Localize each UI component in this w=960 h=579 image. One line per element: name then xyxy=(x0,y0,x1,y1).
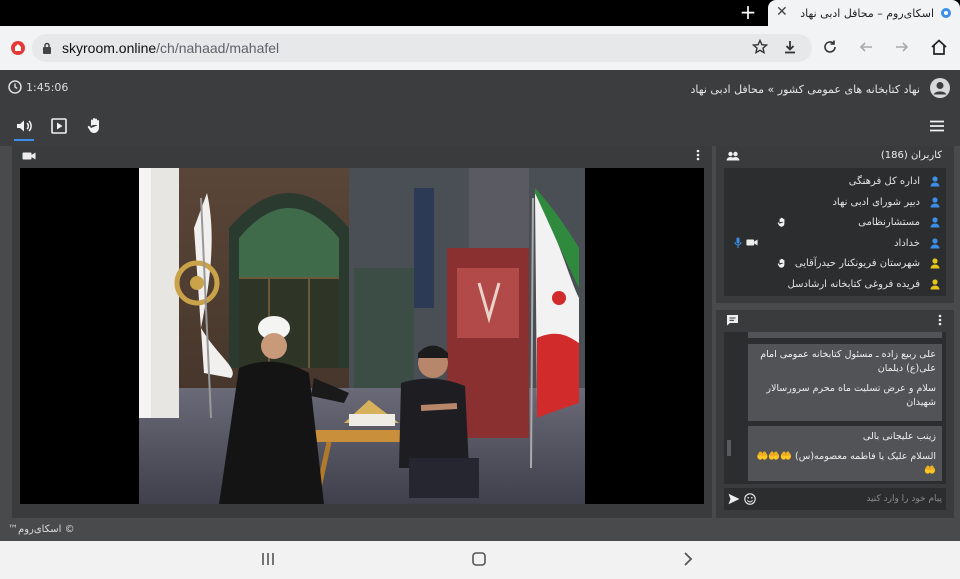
tab-title: اسکای‌روم – محافل ادبی نهاد xyxy=(800,6,934,20)
session-timer: 1:45:06 xyxy=(8,80,68,94)
video-camera-icon xyxy=(22,152,36,160)
user-person-icon xyxy=(930,279,940,290)
bookmark-star-icon[interactable] xyxy=(752,39,768,55)
chat-panel-header xyxy=(716,310,954,330)
chat-message: علی ربیع زاده ـ مسئول کتابخانه عمومی اما… xyxy=(748,344,942,421)
app-footer: © اسکای‌روم™ xyxy=(0,521,960,541)
user-row[interactable]: خداداد xyxy=(724,234,946,254)
user-name: مستشارنظامی xyxy=(858,217,920,229)
chat-message: زینب علیجانی بالی السلام علیک یا فاطمه م… xyxy=(748,426,942,481)
user-name: اداره کل فرهنگی xyxy=(848,176,920,187)
video-panel xyxy=(12,146,712,518)
home-icon[interactable] xyxy=(930,38,948,56)
chat-messages[interactable]: علی ربیع زاده ـ مسئول کتابخانه عمومی اما… xyxy=(724,332,946,484)
raise-hand-icon[interactable] xyxy=(85,116,105,136)
home-button-icon[interactable] xyxy=(472,551,486,567)
skyroom-favicon-icon xyxy=(941,8,951,18)
url-text[interactable]: skyroom.online/ch/nahaad/mahafel xyxy=(62,40,279,56)
chat-bubble-icon xyxy=(727,315,738,326)
users-list: اداره کل فرهنگی دبیر شورای ادبی نهاد مستشا… xyxy=(724,168,946,296)
browser-tab[interactable]: اسکای‌روم – محافل ادبی نهاد ✕ xyxy=(768,0,960,26)
video-options-icon[interactable] xyxy=(696,149,700,161)
emoji-icon[interactable] xyxy=(744,493,756,505)
breadcrumb-separator: » xyxy=(767,83,775,96)
recent-apps-icon[interactable] xyxy=(261,551,275,567)
account-icon[interactable] xyxy=(929,77,951,99)
back-button-icon[interactable] xyxy=(683,551,693,567)
user-person-icon xyxy=(930,238,940,249)
home-shield-icon[interactable] xyxy=(10,40,26,56)
raised-hand-icon xyxy=(777,259,785,269)
timer-text: 1:45:06 xyxy=(26,80,69,94)
app-header: 1:45:06 نهاد کتابخانه های عمومی کشور » م… xyxy=(0,70,960,108)
breadcrumb: نهاد کتابخانه های عمومی کشور » محافل ادب… xyxy=(691,83,920,96)
user-row[interactable]: مستشارنظامی xyxy=(724,213,946,233)
video-panel-header xyxy=(12,146,712,166)
user-name: شهرستان فریونکنار حیدرآقایی xyxy=(794,258,920,270)
user-person-icon xyxy=(930,258,940,269)
menu-icon[interactable] xyxy=(927,116,947,136)
users-count-title: کاربران (186) xyxy=(880,150,942,161)
user-row[interactable]: فریده فروغی کتابخانه ارشادسل xyxy=(724,275,946,295)
copyright-text: © اسکای‌روم™ xyxy=(8,524,75,535)
chat-input-bar xyxy=(724,488,946,510)
new-tab-button[interactable]: + xyxy=(738,2,758,22)
video-stream[interactable] xyxy=(20,168,704,504)
speaker-icon[interactable] xyxy=(14,116,34,136)
scene-illustration xyxy=(139,168,585,504)
user-row[interactable]: دبیر شورای ادبی نهاد xyxy=(724,193,946,213)
user-person-icon xyxy=(930,196,940,208)
user-microphone-icon xyxy=(734,237,742,248)
user-person-icon xyxy=(930,176,940,187)
chat-panel: علی ربیع زاده ـ مسئول کتابخانه عمومی اما… xyxy=(716,310,954,518)
user-camera-icon xyxy=(746,239,758,246)
chat-options-icon[interactable] xyxy=(938,314,942,326)
chat-message-text: السلام علیک یا فاطمه معصومه(س) 🤲🤲🤲🤲 xyxy=(756,451,936,476)
download-icon[interactable] xyxy=(782,39,798,55)
chat-message-sender: زینب علیجانی بالی xyxy=(862,431,936,442)
speaker-active-indicator xyxy=(14,139,34,141)
forward-arrow-icon[interactable] xyxy=(894,39,910,55)
reload-icon[interactable] xyxy=(822,39,838,55)
breadcrumb-org[interactable]: نهاد کتابخانه های عمومی کشور xyxy=(778,83,920,96)
play-media-icon[interactable] xyxy=(49,116,69,136)
app-toolbar xyxy=(0,108,960,146)
chat-scrollbar[interactable] xyxy=(727,440,731,456)
clock-icon xyxy=(8,80,22,94)
raised-hand-icon xyxy=(777,217,785,227)
users-panel-header: کاربران (186) xyxy=(716,146,954,166)
chat-message-partial xyxy=(748,332,942,338)
browser-toolbar: skyroom.online/ch/nahaad/mahafel xyxy=(0,26,960,70)
user-row[interactable]: اداره کل فرهنگی xyxy=(724,172,946,192)
lock-icon xyxy=(43,42,51,54)
breadcrumb-room: محافل ادبی نهاد xyxy=(690,83,765,96)
user-person-icon xyxy=(930,217,940,228)
user-name: خداداد xyxy=(894,237,920,249)
close-tab-icon[interactable]: ✕ xyxy=(776,4,788,20)
video-frame-image xyxy=(139,168,585,504)
user-row[interactable]: شهرستان فریونکنار حیدرآقایی xyxy=(724,254,946,274)
browser-tabstrip: + اسکای‌روم – محافل ادبی نهاد ✕ xyxy=(0,0,960,26)
send-icon[interactable] xyxy=(728,493,740,505)
chat-message-text: سلام و عرض تسلیت ماه محرم سرورسالار شهید… xyxy=(766,383,936,408)
users-panel: کاربران (186) اداره کل فرهنگی دبیر شورای … xyxy=(716,146,954,303)
system-nav-bar xyxy=(0,541,960,579)
user-name: دبیر شورای ادبی نهاد xyxy=(832,196,920,208)
users-group-icon xyxy=(726,151,740,161)
back-arrow-icon[interactable] xyxy=(858,39,874,55)
chat-message-input[interactable] xyxy=(772,491,942,507)
user-name: فریده فروغی کتابخانه ارشادسل xyxy=(787,279,921,290)
chat-message-sender: علی ربیع زاده ـ مسئول کتابخانه عمومی اما… xyxy=(760,349,936,374)
